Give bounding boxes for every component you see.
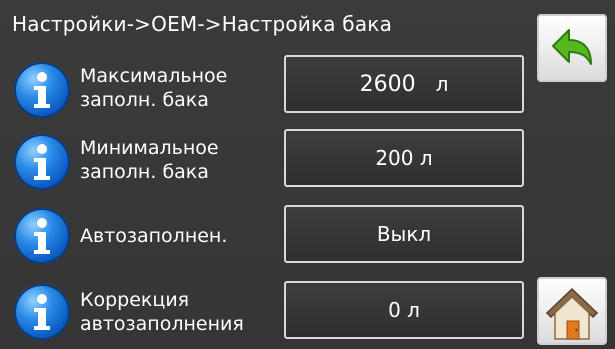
back-button[interactable]: [537, 14, 607, 82]
autofill-correction-value: 0 л: [388, 298, 420, 322]
label-line: заполн. бака: [80, 89, 209, 111]
label-line: Автозаполнен.: [80, 225, 228, 247]
label-line: Максимальное: [80, 65, 228, 87]
min-fill-value-button[interactable]: 200 л: [284, 129, 524, 187]
label-line: Коррекция: [80, 289, 190, 311]
info-icon[interactable]: [14, 208, 70, 264]
info-icon[interactable]: [14, 62, 70, 118]
row-label-autofill-correction: Коррекция автозаполнения: [80, 288, 272, 336]
screen: Настройки->OEM->Настройка бака Максималь…: [0, 0, 615, 349]
max-fill-unit: л: [435, 72, 449, 96]
row-label-max-fill: Максимальное заполн. бака: [80, 64, 280, 112]
min-fill-value: 200 л: [375, 146, 433, 170]
label-line: автозаполнения: [80, 313, 244, 335]
label-line: Минимальное: [80, 137, 219, 159]
autofill-correction-value-button[interactable]: 0 л: [284, 281, 524, 339]
autofill-value: Выкл: [376, 222, 432, 246]
home-icon: [545, 287, 599, 340]
row-label-min-fill: Минимальное заполн. бака: [80, 136, 280, 184]
row-label-autofill: Автозаполнен.: [80, 224, 280, 248]
autofill-value-button[interactable]: Выкл: [284, 205, 524, 263]
max-fill-value: 2600: [359, 71, 416, 97]
home-button[interactable]: [537, 277, 607, 345]
info-icon[interactable]: [14, 284, 70, 340]
breadcrumb: Настройки->OEM->Настройка бака: [12, 12, 393, 36]
info-icon[interactable]: [14, 134, 70, 190]
back-arrow-icon: [552, 29, 592, 65]
max-fill-value-button[interactable]: 2600 л: [284, 55, 524, 113]
label-line: заполн. бака: [80, 161, 209, 183]
